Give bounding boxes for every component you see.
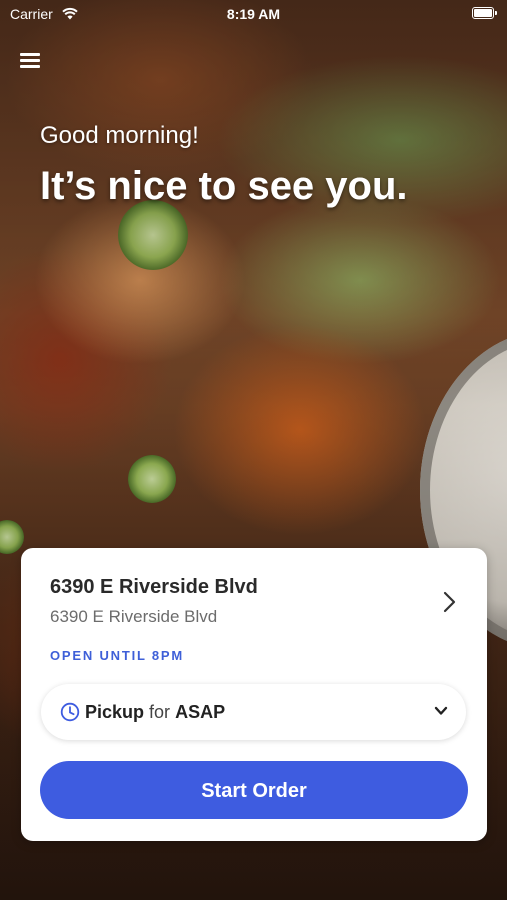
greeting-text: Good morning! (40, 122, 199, 149)
order-card: 6390 E Riverside Blvd 6390 E Riverside B… (21, 548, 487, 841)
menu-button[interactable] (14, 44, 46, 76)
status-bar: Carrier 8:19 AM (0, 0, 507, 28)
chevron-down-icon (434, 706, 448, 715)
welcome-headline: It’s nice to see you. (40, 164, 408, 208)
store-hours: OPEN UNTIL 8PM (50, 648, 185, 663)
pickup-summary: Pickup for ASAP (85, 702, 225, 723)
pickup-time-dropdown[interactable]: Pickup for ASAP (41, 684, 466, 740)
location-name: 6390 E Riverside Blvd (50, 576, 258, 598)
status-time: 8:19 AM (226, 6, 281, 22)
clock-icon (60, 702, 80, 722)
location-address: 6390 E Riverside Blvd (50, 607, 218, 626)
chevron-right-icon (443, 591, 456, 613)
order-connector: for (149, 702, 171, 722)
start-order-button[interactable]: Start Order (40, 761, 468, 819)
order-time: ASAP (175, 702, 226, 722)
location-selector[interactable]: 6390 E Riverside Blvd 6390 E Riverside B… (21, 548, 487, 648)
order-mode: Pickup (85, 702, 145, 722)
battery-icon (472, 7, 497, 19)
